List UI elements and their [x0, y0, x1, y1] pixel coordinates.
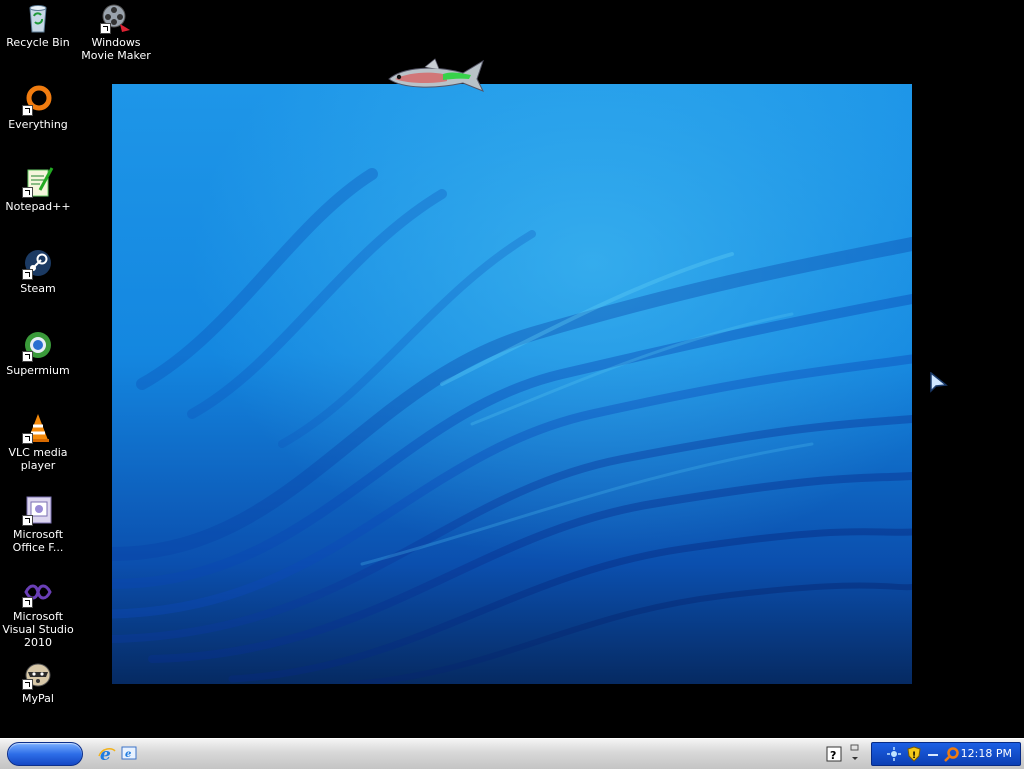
shortcut-arrow-icon [22, 515, 33, 526]
desktop-icon-office[interactable]: Microsoft Office F... [0, 494, 76, 554]
shortcut-arrow-icon [22, 351, 33, 362]
vlc-icon [22, 412, 54, 444]
vlc-label: VLC media player [8, 446, 68, 472]
desktop-icon-supermium[interactable]: Supermium [0, 330, 76, 377]
fish-sprite[interactable] [385, 55, 485, 95]
steam-label: Steam [20, 282, 56, 295]
svg-text:e: e [100, 745, 111, 763]
show-desktop-icon[interactable]: e [120, 745, 138, 763]
mypal-label: MyPal [22, 692, 54, 705]
desktop-icon-mypal[interactable]: MyPal [0, 658, 76, 705]
internet-explorer-icon[interactable]: e [98, 745, 116, 765]
steam-icon [22, 248, 54, 280]
office-icon [22, 494, 54, 526]
shortcut-arrow-icon [22, 269, 33, 280]
desktop-icon-visual-studio[interactable]: Microsoft Visual Studio 2010 [0, 576, 76, 649]
shortcut-arrow-icon [100, 23, 111, 34]
desktop-icon-notepadpp[interactable]: Notepad++ [0, 166, 76, 213]
everything-icon [22, 84, 54, 116]
movie-maker-label: Windows Movie Maker [81, 36, 151, 62]
desktop-icon-steam[interactable]: Steam [0, 248, 76, 295]
shortcut-arrow-icon [22, 597, 33, 608]
system-tray: ! 12:18 PM [871, 742, 1021, 766]
notepadpp-icon [22, 166, 54, 198]
supermium-icon [22, 330, 54, 362]
shortcut-arrow-icon [22, 105, 33, 116]
svg-text:e: e [125, 749, 131, 760]
desktop-icon-movie-maker[interactable]: Windows Movie Maker [78, 2, 154, 62]
movie-maker-icon [100, 2, 132, 34]
desktop-icon-vlc[interactable]: VLC media player [0, 412, 76, 472]
everything-label: Everything [8, 118, 68, 131]
shortcut-arrow-icon [22, 433, 33, 444]
wallpaper-image [112, 84, 912, 684]
security-shield-icon[interactable]: ! [906, 746, 922, 762]
notepadpp-label: Notepad++ [5, 200, 71, 213]
volume-icon[interactable] [926, 746, 942, 762]
network-icon[interactable] [886, 746, 902, 762]
recycle-bin-icon [22, 2, 54, 34]
help-icon[interactable]: ? [826, 746, 842, 762]
mypal-icon [22, 658, 54, 690]
taskbar: e e ? ! 12:18 PM [0, 738, 1024, 769]
svg-text:?: ? [830, 749, 836, 762]
desktop-icon-recycle-bin[interactable]: Recycle Bin [0, 2, 76, 49]
start-button[interactable] [7, 742, 83, 766]
shortcut-arrow-icon [22, 187, 33, 198]
visual-studio-icon [22, 576, 54, 608]
visual-studio-label: Microsoft Visual Studio 2010 [2, 610, 74, 649]
clock[interactable]: 12:18 PM [961, 747, 1012, 760]
recycle-bin-label: Recycle Bin [6, 36, 70, 49]
svg-text:!: ! [912, 751, 916, 761]
office-label: Microsoft Office F... [12, 528, 64, 554]
supermium-label: Supermium [6, 364, 70, 377]
mouse-pointer-icon [928, 371, 948, 396]
shortcut-arrow-icon [22, 679, 33, 690]
desktop-icon-everything[interactable]: Everything [0, 84, 76, 131]
language-bar-icon[interactable] [849, 743, 861, 765]
search-icon[interactable] [944, 746, 960, 762]
